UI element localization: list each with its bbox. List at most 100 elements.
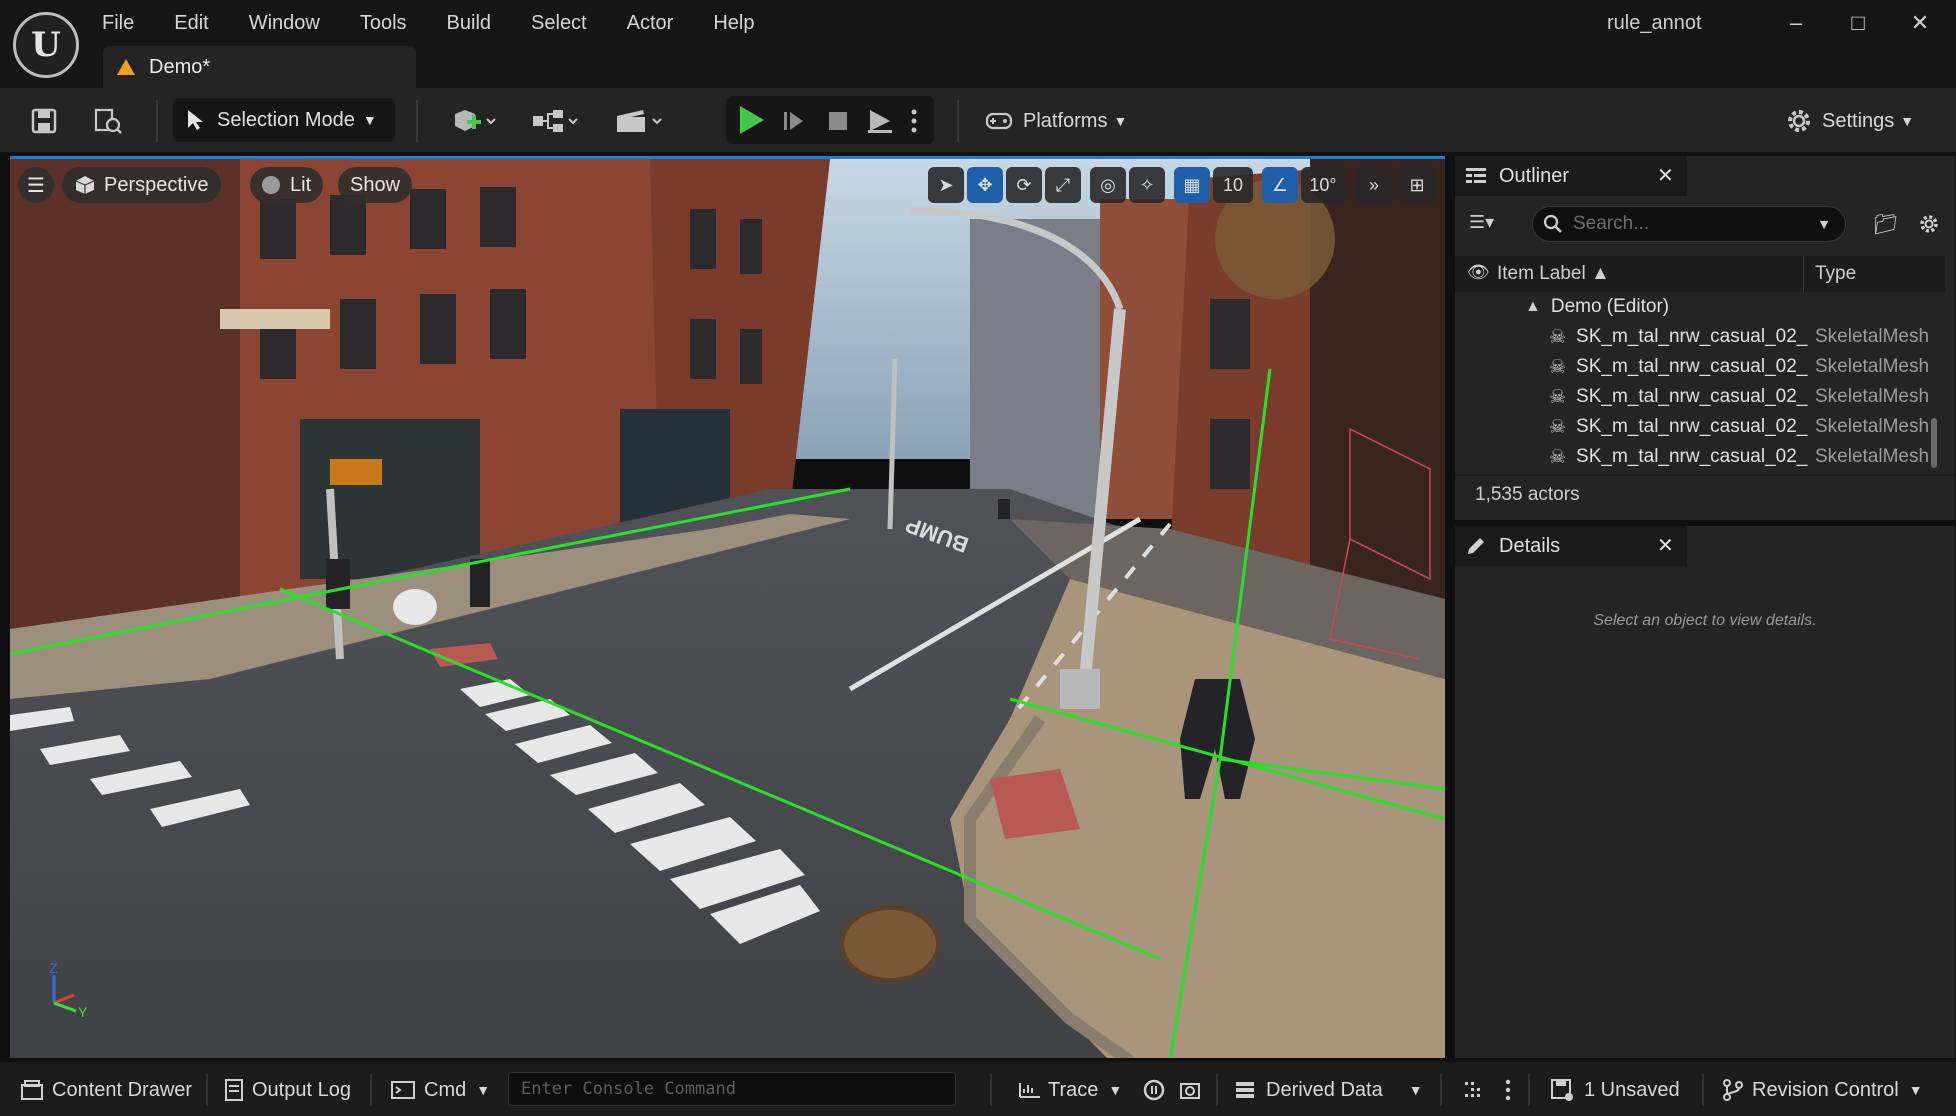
- menu-help[interactable]: Help: [713, 12, 754, 35]
- perspective-dropdown[interactable]: Perspective: [62, 167, 221, 203]
- select-tool-icon[interactable]: ➤: [928, 167, 964, 203]
- outliner-row[interactable]: ☠ SK_m_tal_nrw_casual_02_ SkeletalMesh: [1455, 382, 1945, 412]
- blueprint-icon[interactable]: [528, 102, 584, 140]
- lit-dropdown[interactable]: Lit: [250, 167, 324, 203]
- menu-select[interactable]: Select: [531, 12, 587, 35]
- axis-z-label: Z: [49, 960, 58, 976]
- skeletal-mesh-icon: ☠: [1549, 446, 1567, 468]
- record-icon[interactable]: [1142, 1075, 1166, 1105]
- eject-icon[interactable]: [862, 102, 898, 140]
- save-icon[interactable]: [26, 102, 62, 140]
- details-empty-message: Select an object to view details.: [1593, 612, 1817, 629]
- item-label-header[interactable]: Item Label ▲: [1497, 263, 1610, 285]
- output-log-label: Output Log: [252, 1078, 351, 1101]
- outliner-scrollbar[interactable]: [1931, 418, 1937, 468]
- minimize-button[interactable]: –: [1776, 8, 1816, 38]
- play-icon[interactable]: [740, 106, 764, 134]
- skeletal-mesh-icon: ☠: [1549, 356, 1567, 378]
- window-title: rule_annot: [1607, 12, 1702, 34]
- translate-tool-icon[interactable]: ✥: [967, 167, 1003, 203]
- grid-snap-icon[interactable]: ▦: [1174, 167, 1210, 203]
- statusbar-divider: [1528, 1074, 1530, 1106]
- output-log-icon: [225, 1079, 243, 1101]
- eye-icon[interactable]: 👁︎: [1467, 262, 1490, 283]
- selection-mode-dropdown[interactable]: Selection Mode ▼: [173, 98, 395, 142]
- activity-icon[interactable]: [1462, 1075, 1484, 1105]
- outliner-row-type: SkeletalMesh: [1815, 446, 1930, 467]
- content-drawer-label: Content Drawer: [52, 1078, 193, 1101]
- derived-data-dropdown[interactable]: Derived Data ▼: [1234, 1075, 1423, 1105]
- outliner-row[interactable]: ☠ SK_m_tal_nrw_casual_02_ SkeletalMesh: [1455, 352, 1945, 382]
- outliner-search-row: ☰▾ Search... ▼ 📁︎: [1455, 200, 1955, 252]
- cube-icon: [75, 176, 95, 194]
- console-command-input[interactable]: Enter Console Command: [508, 1072, 956, 1106]
- menu-actor[interactable]: Actor: [627, 12, 674, 35]
- world-space-icon[interactable]: ◎: [1090, 167, 1126, 203]
- level-tab-demo[interactable]: Demo*: [103, 46, 416, 88]
- cinematics-icon[interactable]: [612, 102, 668, 140]
- outliner-row[interactable]: ☠ SK_m_tal_nrw_casual_02_ SkeletalMesh: [1455, 442, 1945, 472]
- outliner-row[interactable]: ☠ SK_m_tal_nrw_casual_02_ SkeletalMesh: [1455, 412, 1945, 442]
- more-options-icon[interactable]: [902, 102, 926, 140]
- outliner-root-row[interactable]: ▲ Demo (Editor): [1455, 292, 1945, 322]
- rotate-tool-icon[interactable]: ⟳: [1006, 167, 1042, 203]
- angle-snap-icon[interactable]: ∠: [1262, 167, 1298, 203]
- scale-tool-icon[interactable]: ⤢: [1045, 167, 1081, 203]
- screenshot-icon[interactable]: [1178, 1075, 1202, 1105]
- show-dropdown[interactable]: Show: [338, 167, 413, 203]
- filter-icon[interactable]: ☰▾: [1469, 212, 1494, 233]
- trace-icon: [1019, 1083, 1040, 1098]
- hamburger-icon: ☰: [27, 174, 45, 197]
- outliner-tab[interactable]: Outliner: [1455, 156, 1687, 196]
- skeletal-mesh-icon: ☠: [1549, 386, 1567, 408]
- settings-dropdown[interactable]: Settings ▼: [1784, 102, 1914, 140]
- close-icon[interactable]: ✕: [1657, 533, 1674, 558]
- chevron-down-icon: ▼: [362, 112, 377, 128]
- menu-file[interactable]: File: [102, 12, 134, 35]
- platforms-label: Platforms: [1023, 109, 1108, 132]
- outliner-search-input[interactable]: Search... ▼: [1532, 206, 1846, 242]
- menu-build[interactable]: Build: [447, 12, 491, 35]
- outliner-row-type: SkeletalMesh: [1815, 326, 1930, 347]
- platforms-dropdown[interactable]: Platforms ▼: [983, 102, 1127, 140]
- menu-window[interactable]: Window: [249, 12, 320, 35]
- viewport-menu-button[interactable]: ☰: [18, 167, 54, 203]
- maximize-button[interactable]: □: [1838, 8, 1878, 38]
- more-options-icon[interactable]: [1504, 1075, 1512, 1105]
- unsaved-button[interactable]: 1 Unsaved: [1550, 1075, 1680, 1105]
- details-tab[interactable]: Details: [1455, 526, 1687, 566]
- expand-toolbar-icon[interactable]: »: [1356, 167, 1392, 203]
- gear-icon[interactable]: [1917, 212, 1941, 236]
- outliner-row-type: SkeletalMesh: [1815, 356, 1930, 377]
- angle-snap-value[interactable]: 10°: [1301, 167, 1345, 203]
- close-window-button[interactable]: ✕: [1900, 8, 1940, 38]
- cursor-icon: [188, 110, 203, 130]
- cmd-dropdown[interactable]: Cmd ▼: [390, 1075, 490, 1105]
- unreal-logo-icon[interactable]: U: [13, 12, 79, 78]
- type-header[interactable]: Type: [1815, 263, 1856, 285]
- lighting-icon: [262, 176, 280, 194]
- grid-snap-value[interactable]: 10: [1213, 167, 1253, 203]
- revision-control-dropdown[interactable]: Revision Control ▼: [1722, 1075, 1923, 1105]
- add-folder-icon[interactable]: 📁︎: [1873, 212, 1898, 237]
- scene-render[interactable]: BUMP: [10, 159, 1445, 1058]
- content-drawer-button[interactable]: Content Drawer: [20, 1075, 192, 1105]
- browse-icon[interactable]: [90, 102, 126, 140]
- outliner-row-label: SK_m_tal_nrw_casual_02_: [1576, 326, 1808, 347]
- chevron-down-icon: ▼: [476, 1082, 491, 1098]
- trace-dropdown[interactable]: Trace ▼: [1018, 1075, 1122, 1105]
- outliner-row[interactable]: ☠ SK_m_tal_nrw_casual_02_ SkeletalMesh: [1455, 322, 1945, 352]
- surface-snap-icon[interactable]: ✧: [1129, 167, 1165, 203]
- advance-frame-icon[interactable]: [776, 102, 812, 140]
- close-icon[interactable]: ✕: [1657, 163, 1674, 188]
- toolbar-divider: [156, 100, 158, 142]
- output-log-button[interactable]: Output Log: [224, 1075, 351, 1105]
- add-actor-icon[interactable]: [446, 102, 502, 140]
- menu-edit[interactable]: Edit: [174, 12, 208, 35]
- stop-icon[interactable]: [820, 102, 856, 140]
- layout-icon[interactable]: ⊞: [1399, 167, 1435, 203]
- pencil-icon: [1468, 538, 1484, 554]
- menu-tools[interactable]: Tools: [360, 12, 407, 35]
- level-viewport[interactable]: BUMP ☰ Perspective Lit Show ➤ ✥ ⟳ ⤢ ◎ ✧ …: [10, 156, 1445, 1058]
- title-bar: U File Edit Window Tools Build Select Ac…: [0, 0, 1956, 88]
